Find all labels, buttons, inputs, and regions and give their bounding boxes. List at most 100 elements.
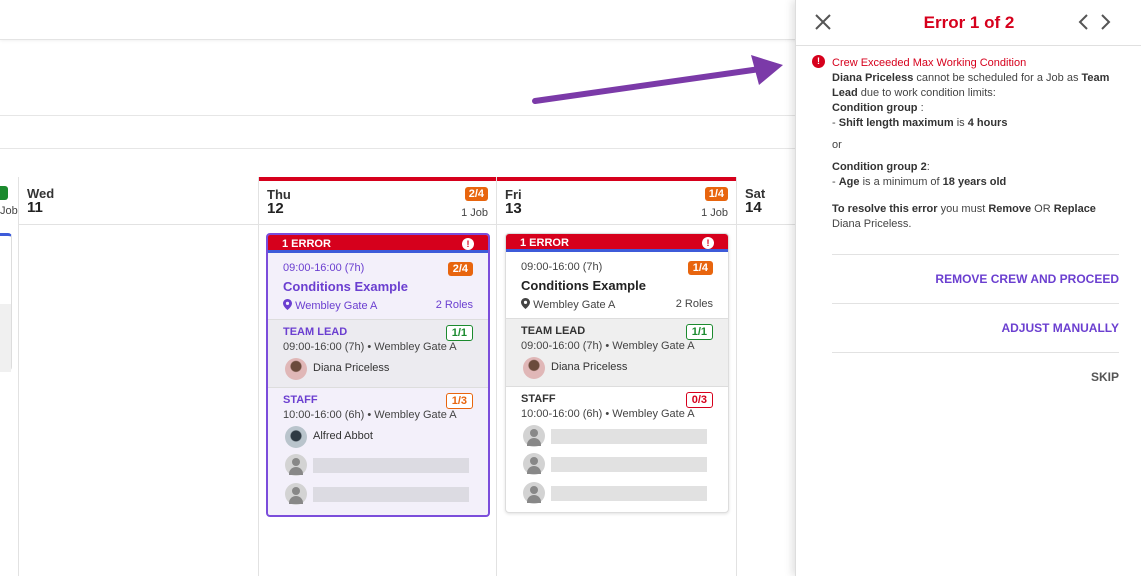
skip-button[interactable]: SKIP [832, 352, 1119, 401]
error-panel: Error 1 of 2 ! Crew Exceeded Max Working… [795, 0, 1141, 576]
role-fill-badge: 1/1 [685, 324, 713, 340]
rule-value: 18 years old [942, 176, 1007, 188]
role-time: 09:00-16:00 (7h) • Wembley Gate A [283, 341, 457, 353]
condition-rule-2: - Age is a minimum of 18 years old [832, 175, 1118, 190]
job-roles-count: 2 Roles [435, 299, 473, 311]
rule-text: is a minimum of [859, 176, 943, 188]
day-header: Thu 12 2/4 1 Job [259, 177, 496, 225]
day-fill-badge: 1/4 [704, 187, 728, 201]
rule-key: Shift length maximum [838, 117, 954, 129]
job-fill-badge: 2/4 [447, 262, 473, 276]
resolve-text: you must [937, 203, 989, 215]
job-location: Wembley Gate A [283, 299, 377, 312]
error-description: Diana Priceless cannot be scheduled for … [832, 71, 1118, 101]
error-count-label: 1 ERROR [282, 238, 331, 250]
role-team-lead[interactable]: TEAM LEAD 1/1 09:00-16:00 (7h) • Wembley… [268, 319, 488, 387]
rule-text: is [953, 117, 968, 129]
role-name: STAFF [283, 394, 318, 406]
chevron-left-icon[interactable] [1075, 12, 1091, 32]
adjust-manually-button[interactable]: ADJUST MANUALLY [832, 303, 1119, 352]
day-column-wed[interactable]: Wed 11 [18, 177, 258, 576]
day-header: Wed 11 [19, 177, 258, 225]
error-alert-icon: ! [812, 55, 825, 68]
day-jobs-count: 1 Job [461, 207, 488, 219]
day-number: 12 [267, 200, 284, 217]
condition-group-1: Condition group : [832, 101, 1118, 116]
rule-value: 4 hours [967, 117, 1008, 129]
resolve-crew-name: Diana Priceless. [832, 218, 912, 230]
rule-key: Age [838, 176, 860, 188]
annotation-arrow-icon [532, 55, 783, 104]
condition-rule-1: - Shift length maximum is 4 hours [832, 116, 1118, 131]
user-placeholder-icon [285, 483, 307, 505]
placeholder-bar [313, 458, 469, 473]
message-text: due to work condition limits: [857, 87, 996, 99]
resolve-instructions: To resolve this error you must Remove OR… [832, 202, 1118, 217]
location-pin-icon [521, 298, 530, 309]
day-number: 14 [745, 199, 762, 216]
empty-crew-slot[interactable] [521, 482, 711, 506]
resolve-text: OR [1031, 203, 1054, 215]
role-staff[interactable]: STAFF 1/3 10:00-16:00 (6h) • Wembley Gat… [268, 387, 488, 515]
placeholder-bar [313, 487, 469, 502]
placeholder-bar [551, 457, 707, 472]
role-name: TEAM LEAD [283, 326, 348, 338]
toolbar-divider [0, 115, 800, 116]
role-team-lead[interactable]: TEAM LEAD 1/1 09:00-16:00 (7h) • Wembley… [506, 318, 728, 386]
chevron-right-icon[interactable] [1098, 12, 1114, 32]
crew-row[interactable]: Diana Priceless [521, 357, 711, 381]
role-fill-badge: 1/1 [445, 325, 473, 341]
job-summary[interactable]: 09:00-16:00 (7h) 1/4 Conditions Example … [506, 252, 728, 318]
job-card-fri[interactable]: 1 ERROR ! 09:00-16:00 (7h) 1/4 Condition… [505, 233, 729, 513]
error-band[interactable]: 1 ERROR ! [268, 235, 488, 253]
role-staff[interactable]: STAFF 0/3 10:00-16:00 (6h) • Wembley Gat… [506, 386, 728, 512]
role-name: STAFF [521, 393, 556, 405]
empty-crew-slot[interactable] [283, 483, 473, 507]
resolve-remove: Remove [988, 203, 1032, 215]
error-band[interactable]: 1 ERROR ! [506, 234, 728, 252]
job-location-text: Wembley Gate A [533, 299, 616, 311]
job-title[interactable]: Conditions Example [283, 279, 408, 294]
job-title[interactable]: Conditions Example [521, 278, 646, 293]
job-location-text: Wembley Gate A [295, 300, 378, 312]
prev-day-job-card[interactable] [0, 233, 12, 372]
resolve-replace: Replace [1053, 203, 1096, 215]
prev-day-badge [0, 186, 8, 200]
user-placeholder-icon [523, 425, 545, 447]
job-roles-count: 2 Roles [675, 298, 713, 310]
placeholder-bar [551, 486, 707, 501]
crew-row[interactable]: Alfred Abbot [283, 426, 473, 450]
scheduler-page: Job Wed 11 Thu 12 2/4 1 Job Fri 13 1/4 1… [0, 0, 1141, 576]
job-time: 09:00-16:00 (7h) [521, 261, 603, 273]
crew-row[interactable]: Diana Priceless [283, 358, 473, 382]
remove-crew-and-proceed-button[interactable]: REMOVE CREW AND PROCEED [832, 254, 1119, 303]
condition-group-2: Condition group 2: [832, 160, 1118, 175]
panel-header: Error 1 of 2 [796, 0, 1141, 46]
placeholder-bar [551, 429, 707, 444]
toolbar-divider [0, 148, 800, 149]
crew-name: Diana Priceless [313, 362, 390, 374]
dash: - [832, 176, 839, 188]
empty-crew-slot[interactable] [521, 453, 711, 477]
alert-icon: ! [462, 238, 474, 250]
job-summary[interactable]: 09:00-16:00 (7h) 2/4 Conditions Example … [268, 253, 488, 319]
role-fill-badge: 1/3 [445, 393, 473, 409]
day-fill-badge: 2/4 [464, 187, 488, 201]
role-time: 10:00-16:00 (6h) • Wembley Gate A [283, 409, 457, 421]
avatar [523, 357, 545, 379]
resolve-label: To resolve this error [832, 203, 938, 215]
condition-group-label: Condition group [832, 102, 918, 114]
condition-group-label: Condition group 2 [832, 161, 927, 173]
avatar [285, 426, 307, 448]
colon: : [926, 161, 930, 173]
empty-crew-slot[interactable] [283, 454, 473, 478]
top-toolbar [0, 0, 800, 40]
empty-crew-slot[interactable] [521, 425, 711, 449]
crew-name: Diana Priceless [832, 72, 914, 84]
job-card-thu[interactable]: 1 ERROR ! 09:00-16:00 (7h) 2/4 Condition… [266, 233, 490, 517]
or-separator: or [832, 139, 842, 151]
job-fill-badge: 1/4 [687, 261, 713, 275]
